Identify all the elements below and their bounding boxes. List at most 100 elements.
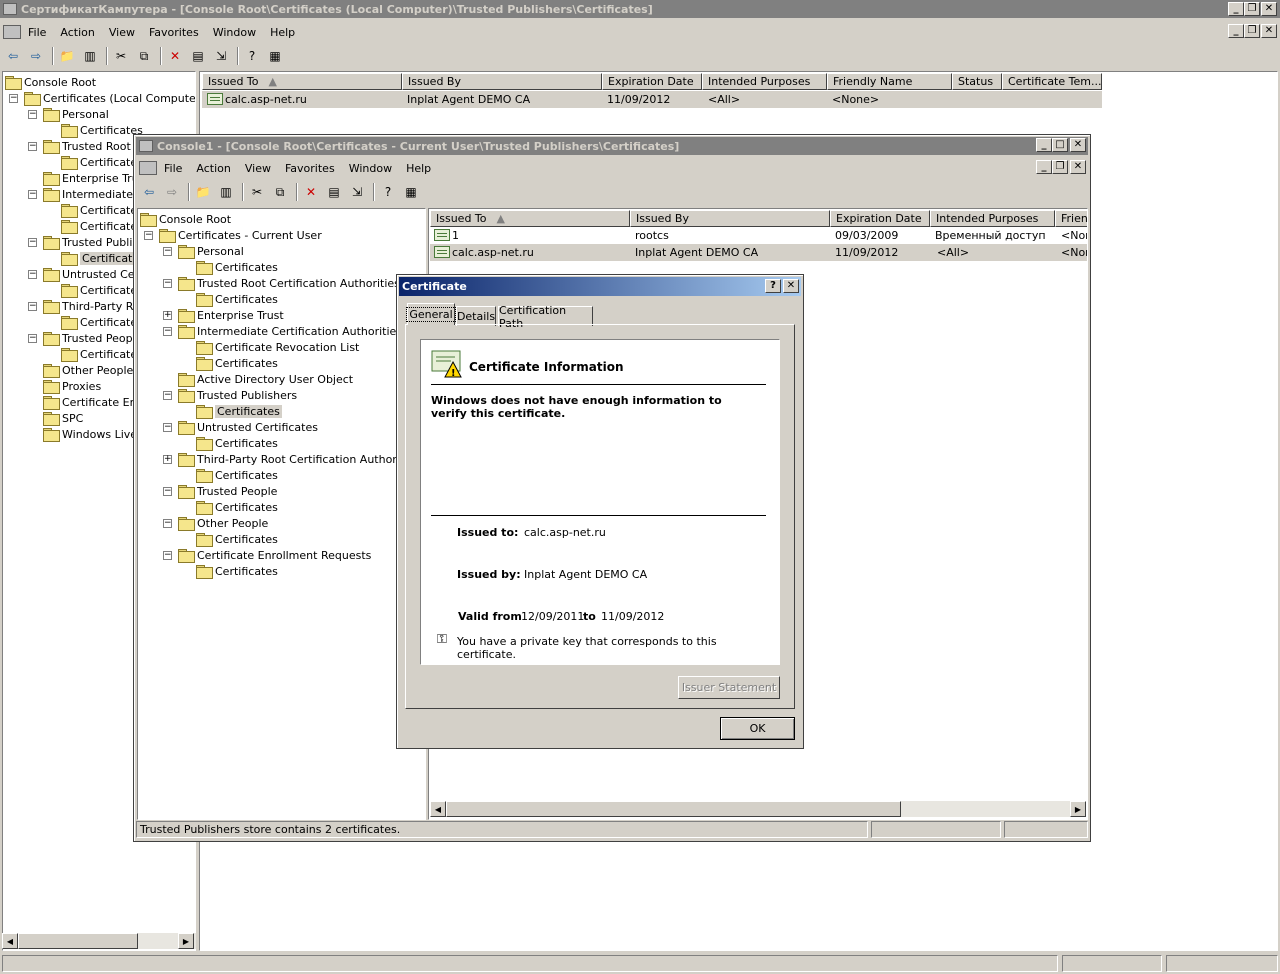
tree-item[interactable]: Certificate Enr — [28, 394, 141, 410]
outer-col-template[interactable]: Certificate Tem... — [1002, 73, 1102, 90]
tree-item[interactable]: Certificate — [61, 250, 142, 266]
expand-icon[interactable]: + — [163, 310, 172, 320]
tree-item[interactable]: − Certificates - Current User — [144, 227, 322, 243]
collapse-icon[interactable]: − — [144, 230, 153, 240]
console1-minimize-button[interactable]: _ — [1036, 138, 1052, 152]
collapse-icon[interactable]: − — [28, 269, 37, 279]
tab-certification-path[interactable]: Certification Path — [498, 304, 593, 330]
ok-button[interactable]: OK — [720, 717, 795, 740]
cut-icon[interactable]: ✂ — [111, 47, 131, 65]
copy-icon[interactable]: ⧉ — [270, 183, 290, 201]
show-hide-tree-icon[interactable]: ▥ — [216, 183, 236, 201]
collapse-icon[interactable]: − — [163, 390, 172, 400]
dialog-titlebar[interactable]: Certificate — [399, 277, 801, 296]
expand-icon[interactable]: + — [163, 454, 172, 464]
scroll-right-icon[interactable]: ▶ — [1070, 801, 1086, 817]
tree-item[interactable]: − Personal — [28, 106, 109, 122]
collapse-icon[interactable]: − — [163, 486, 172, 496]
tree-item[interactable]: Certificate — [61, 202, 137, 218]
up-folder-icon[interactable]: 📁 — [57, 47, 77, 65]
dialog-close-button[interactable]: ✕ — [783, 279, 799, 293]
tree-item[interactable]: Certificate — [61, 154, 137, 170]
export-list-icon[interactable]: ⇲ — [347, 183, 367, 201]
menu-action[interactable]: Action — [189, 162, 237, 175]
tree-item[interactable]: Certificates — [196, 499, 278, 515]
tree-item[interactable]: − Intermediate Certification Authorities — [163, 323, 402, 339]
tree-item[interactable]: − Trusted Root Certification Authorities — [163, 275, 400, 291]
tree-item[interactable]: Certificates — [196, 259, 278, 275]
tree-item[interactable]: Certificate — [61, 314, 137, 330]
tree-item[interactable]: Certificate Revocation List — [196, 339, 359, 355]
copy-icon[interactable]: ⧉ — [134, 47, 154, 65]
tree-item[interactable]: Proxies — [28, 378, 101, 394]
outer-minimize-button[interactable]: _ — [1228, 2, 1244, 16]
tree-item[interactable]: − Certificates (Local Computer) — [9, 90, 195, 106]
tree-item[interactable]: Certificates — [196, 531, 278, 547]
menu-help[interactable]: Help — [399, 162, 438, 175]
collapse-icon[interactable]: − — [163, 326, 172, 336]
collapse-icon[interactable]: − — [28, 301, 37, 311]
tree-item[interactable]: − Certificate Enrollment Requests — [163, 547, 371, 563]
menu-favorites[interactable]: Favorites — [278, 162, 342, 175]
help-icon[interactable]: ? — [242, 47, 262, 65]
console1-child-restore-button[interactable]: ❐ — [1052, 160, 1068, 174]
tree-item[interactable]: Certificates — [196, 435, 278, 451]
outer-col-purposes[interactable]: Intended Purposes — [702, 73, 827, 90]
outer-col-friendly-name[interactable]: Friendly Name — [827, 73, 952, 90]
back-icon[interactable]: ⇦ — [139, 183, 159, 201]
tree-item[interactable]: Console Root — [5, 74, 96, 90]
outer-tree-hscrollbar[interactable]: ◀ ▶ — [2, 933, 196, 949]
tree-item[interactable]: Certificates — [196, 355, 278, 371]
inner-col-friendly-name[interactable]: Frien — [1055, 210, 1087, 227]
export-list-icon[interactable]: ⇲ — [211, 47, 231, 65]
console1-child-minimize-button[interactable]: _ — [1036, 160, 1052, 174]
tree-item[interactable]: Certificates — [196, 563, 278, 579]
outer-col-issued-to[interactable]: Issued To ▲ — [202, 73, 402, 90]
mmc-menu-icon[interactable] — [139, 161, 157, 175]
forward-icon[interactable]: ⇨ — [162, 183, 182, 201]
up-folder-icon[interactable]: 📁 — [193, 183, 213, 201]
tree-item[interactable]: Certificate — [61, 282, 137, 298]
tree-item[interactable]: − Trusted Publishers — [163, 387, 297, 403]
collapse-icon[interactable]: − — [163, 246, 172, 256]
table-row[interactable]: calc.asp-net.ru Inplat Agent DEMO CA 11/… — [430, 244, 1087, 261]
outer-col-status[interactable]: Status — [952, 73, 1002, 90]
scroll-left-icon[interactable]: ◀ — [2, 933, 18, 949]
outer-restore-button[interactable]: ❐ — [1244, 2, 1260, 16]
tree-item[interactable]: Other People — [28, 362, 133, 378]
menu-file[interactable]: File — [157, 162, 189, 175]
properties-icon[interactable]: ▤ — [324, 183, 344, 201]
collapse-icon[interactable]: − — [28, 333, 37, 343]
inner-col-expiration[interactable]: Expiration Date — [830, 210, 930, 227]
delete-icon[interactable]: ✕ — [301, 183, 321, 201]
show-hide-action-pane-icon[interactable]: ▦ — [401, 183, 421, 201]
tree-item[interactable]: SPC — [28, 410, 83, 426]
tree-item[interactable]: − Untrusted Certificates — [163, 419, 318, 435]
inner-col-issued-by[interactable]: Issued By — [630, 210, 830, 227]
tab-details[interactable]: Details — [456, 306, 496, 326]
scroll-right-icon[interactable]: ▶ — [178, 933, 194, 949]
console1-list-hscrollbar[interactable]: ◀ ▶ — [430, 801, 1086, 817]
tree-item[interactable]: − Trusted Publisl — [28, 234, 141, 250]
collapse-icon[interactable]: − — [28, 189, 37, 199]
outer-close-button[interactable]: ✕ — [1261, 2, 1277, 16]
console1-titlebar[interactable]: Console1 - [Console Root\Certificates - … — [136, 137, 1088, 155]
tree-item[interactable]: − Other People — [163, 515, 268, 531]
collapse-icon[interactable]: − — [9, 93, 18, 103]
collapse-icon[interactable]: − — [163, 518, 172, 528]
inner-col-purposes[interactable]: Intended Purposes — [930, 210, 1055, 227]
show-hide-action-pane-icon[interactable]: ▦ — [265, 47, 285, 65]
menu-file[interactable]: File — [21, 26, 53, 39]
tree-item[interactable]: − Trusted People — [28, 330, 142, 346]
outer-child-restore-button[interactable]: ❐ — [1244, 24, 1260, 38]
tree-item[interactable]: Certificate — [61, 346, 137, 362]
back-icon[interactable]: ⇦ — [3, 47, 23, 65]
mmc-menu-icon[interactable] — [3, 25, 21, 39]
tree-item[interactable]: + Third-Party Root Certification Authorit… — [163, 451, 420, 467]
scroll-thumb[interactable] — [18, 933, 138, 949]
tree-item[interactable]: − Third-Party Ro — [28, 298, 140, 314]
tree-item[interactable]: Certificates — [196, 467, 278, 483]
outer-col-issued-by[interactable]: Issued By — [402, 73, 602, 90]
collapse-icon[interactable]: − — [163, 550, 172, 560]
tree-item[interactable]: Certificates — [196, 291, 278, 307]
